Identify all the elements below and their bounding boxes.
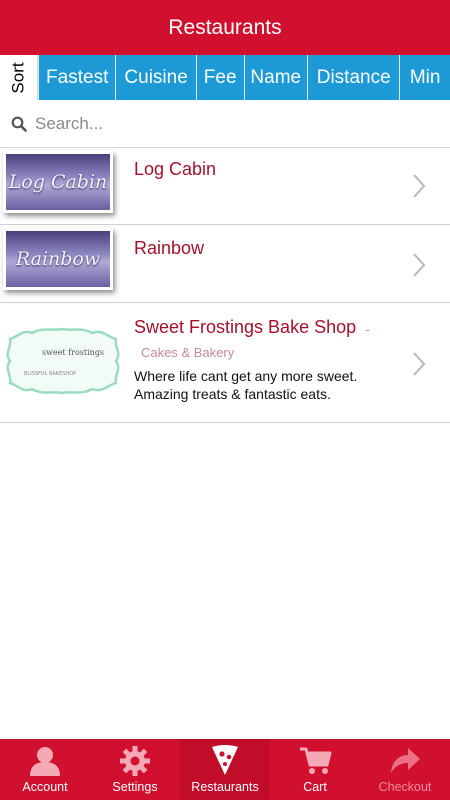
restaurant-row-log-cabin[interactable]: Log Cabin Log Cabin [0,148,450,225]
chevron-right-icon [413,352,426,376]
search-input[interactable] [33,112,417,135]
restaurant-name: Sweet Frostings Bake Shop [134,317,357,337]
forward-arrow-icon [391,748,420,773]
sort-cuisine-button[interactable]: Cuisine [115,55,195,100]
category-separator: - [365,321,370,337]
pizza-slice-icon [212,745,238,775]
tab-settings[interactable]: Settings [90,739,180,800]
restaurant-logo: Rainbow [3,228,113,290]
sort-min-button[interactable]: Min [399,55,450,100]
svg-text:sweet frostings: sweet frostings [42,348,104,357]
sort-distance-button[interactable]: Distance [307,55,399,100]
tab-checkout[interactable]: Checkout [360,739,450,800]
search-bar [0,100,450,148]
tab-restaurants[interactable]: Restaurants [180,739,270,800]
chevron-right-icon [413,253,426,277]
restaurant-description: Where life cant get any more sweet. Amaz… [134,368,358,402]
tab-account[interactable]: Account [0,739,90,800]
restaurant-row-sweet-frostings[interactable]: sweet frostings BLISSFUL BAKESHOP Sweet … [0,303,450,423]
restaurant-logo: Log Cabin [3,151,113,213]
restaurant-row-rainbow[interactable]: Rainbow Rainbow [0,225,450,303]
page-title: Restaurants [168,15,282,39]
tab-cart[interactable]: Cart [270,739,360,800]
sort-label: Sort [0,55,38,100]
restaurant-category: Cakes & Bakery [141,345,235,360]
gear-icon [120,746,150,776]
restaurant-name: Rainbow [134,238,205,258]
sort-fastest-button[interactable]: Fastest [38,55,115,100]
person-icon [30,747,60,776]
sort-name-button[interactable]: Name [243,55,308,100]
sweet-frostings-logo: sweet frostings BLISSFUL BAKESHOP [6,327,120,395]
svg-text:BLISSFUL BAKESHOP: BLISSFUL BAKESHOP [24,371,76,377]
sort-bar: Sort Fastest Cuisine Fee Name Distance M… [0,55,450,100]
cart-icon [300,747,332,774]
restaurant-list: Log Cabin Log Cabin Rainbow Rainbow swee… [0,148,450,423]
nav-bar: Restaurants [0,0,450,55]
tab-bar: Account Settings Restaurants Cart Checko… [0,739,450,800]
sort-fee-button[interactable]: Fee [195,55,244,100]
restaurant-name: Log Cabin [134,159,217,179]
chevron-right-icon [413,174,426,198]
search-icon [11,116,27,132]
